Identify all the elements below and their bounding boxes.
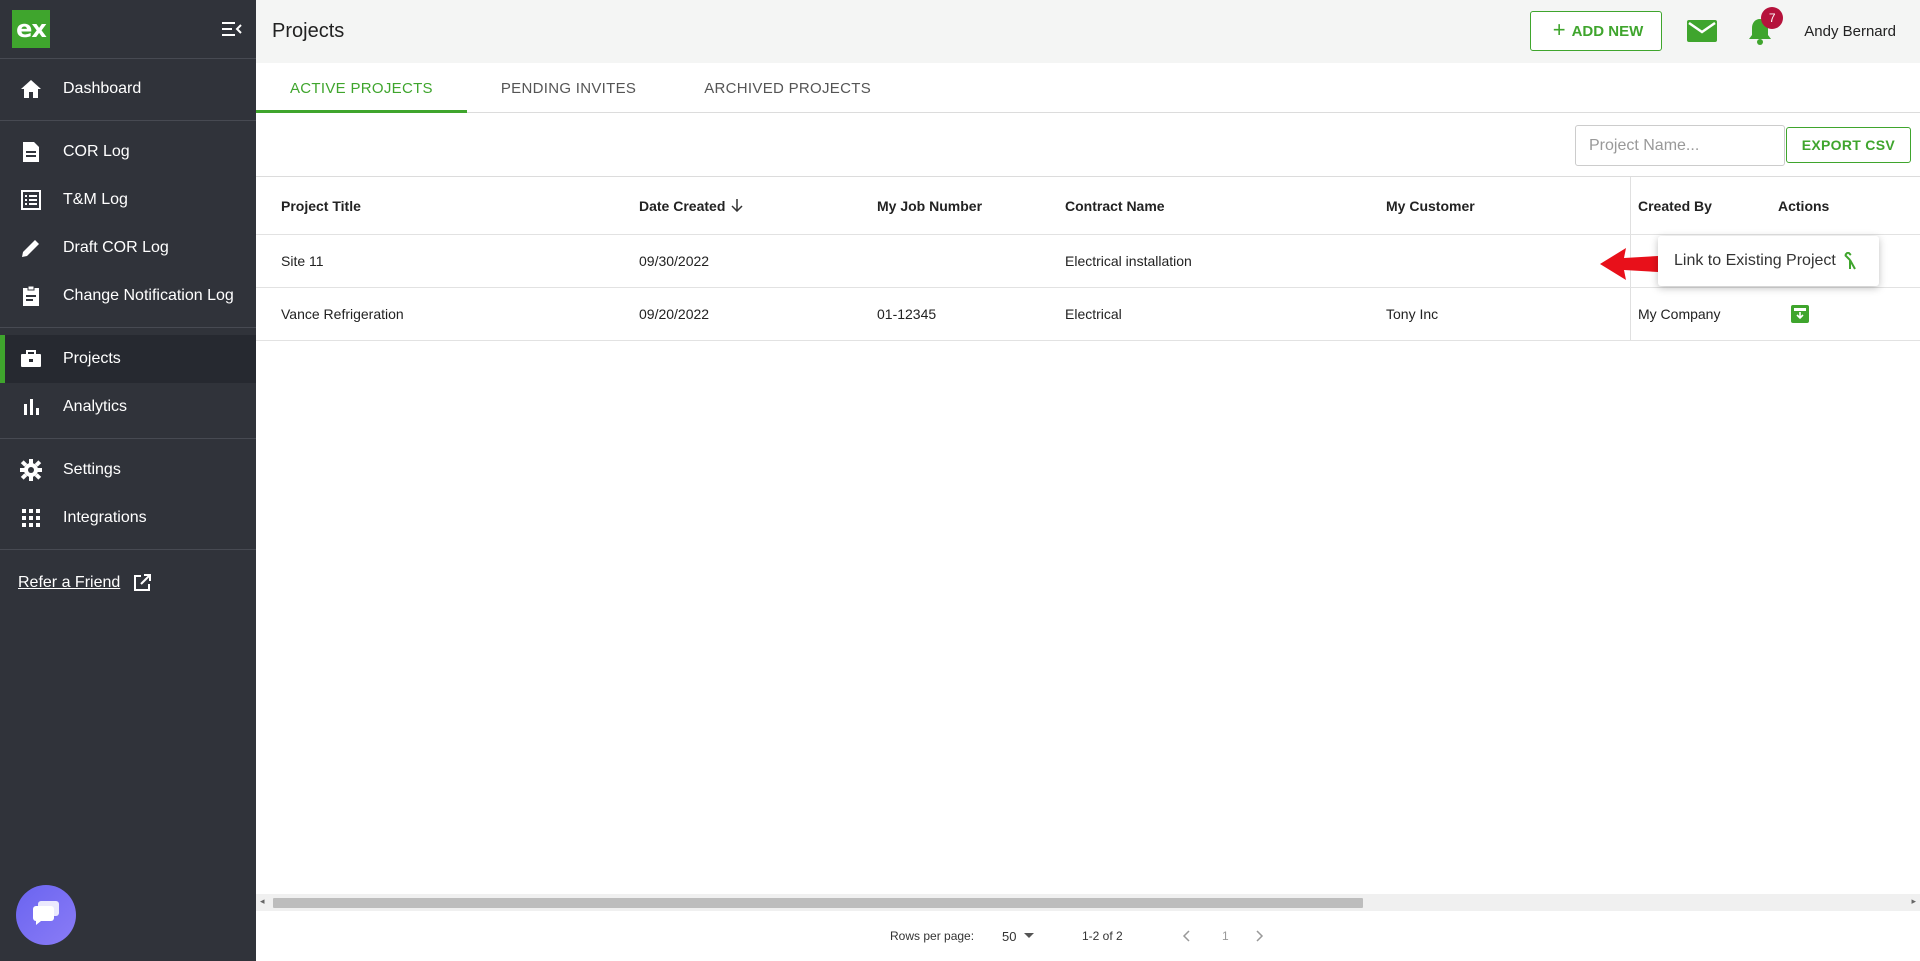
document-icon bbox=[18, 139, 44, 165]
sidebar-item-projects[interactable]: Projects bbox=[0, 335, 256, 383]
add-new-label: ADD NEW bbox=[1571, 22, 1644, 40]
top-actions: + ADD NEW 7 Andy Bernard bbox=[1529, 7, 1896, 51]
sidebar-item-label: Projects bbox=[63, 350, 121, 367]
column-header-my-customer[interactable]: My Customer bbox=[1386, 177, 1475, 234]
rows-per-page-value: 50 bbox=[1002, 928, 1017, 944]
export-csv-button[interactable]: EXPORT CSV bbox=[1785, 127, 1911, 163]
cell-job-number: 01-12345 bbox=[877, 306, 937, 322]
page-range: 1-2 of 2 bbox=[1082, 929, 1123, 943]
link-to-existing-project-menu-item[interactable]: Link to Existing Project bbox=[1658, 236, 1879, 286]
cell-project-title[interactable]: Site 11 bbox=[281, 235, 324, 287]
sidebar-item-label: T&M Log bbox=[63, 191, 128, 208]
clipboard-icon bbox=[18, 283, 44, 309]
sidebar-divider bbox=[0, 438, 256, 439]
table-toolbar: EXPORT CSV bbox=[256, 113, 1920, 177]
gear-icon bbox=[18, 457, 44, 483]
sidebar-item-label: Dashboard bbox=[63, 80, 142, 97]
tab-active-projects[interactable]: ACTIVE PROJECTS bbox=[256, 63, 467, 113]
column-header-actions: Actions bbox=[1778, 197, 1830, 214]
sidebar-item-integrations[interactable]: Integrations bbox=[0, 494, 256, 542]
sidebar-item-label: Change Notification Log bbox=[63, 287, 234, 304]
user-menu[interactable]: Andy Bernard bbox=[1804, 23, 1896, 40]
refer-label: Refer a Friend bbox=[18, 574, 121, 591]
sidebar-item-label: Integrations bbox=[63, 509, 147, 526]
sidebar-divider bbox=[0, 549, 256, 550]
project-name-search-input[interactable] bbox=[1575, 125, 1785, 166]
notification-count-badge: 7 bbox=[1761, 7, 1784, 29]
cell-project-title[interactable]: Vance Refrigeration bbox=[281, 288, 404, 340]
app-logo[interactable]: ex bbox=[12, 10, 50, 48]
column-header-project-title[interactable]: Project Title bbox=[281, 177, 361, 234]
notifications-bell-icon[interactable]: 7 bbox=[1742, 7, 1784, 49]
scrollbar-thumb[interactable] bbox=[273, 898, 1363, 908]
cell-actions bbox=[1778, 288, 1809, 340]
archive-icon[interactable] bbox=[1791, 305, 1809, 323]
column-divider bbox=[1630, 177, 1631, 234]
sidebar-item-label: Analytics bbox=[63, 398, 128, 415]
sidebar-item-label: Draft COR Log bbox=[63, 239, 169, 256]
sidebar-item-label: COR Log bbox=[63, 143, 130, 160]
chat-icon bbox=[32, 900, 60, 931]
dropdown-caret-icon bbox=[1024, 933, 1035, 939]
red-pointer-arrow-icon bbox=[1600, 248, 1658, 280]
refer-a-friend-link[interactable]: Refer a Friend bbox=[0, 557, 256, 609]
scroll-right-icon[interactable]: ▸ bbox=[1911, 896, 1916, 907]
sidebar-item-cor-log[interactable]: COR Log bbox=[0, 128, 256, 176]
chat-support-button[interactable] bbox=[16, 885, 76, 945]
column-divider bbox=[1630, 288, 1631, 340]
tab-pending-invites[interactable]: PENDING INVITES bbox=[467, 63, 670, 113]
table-header-row: Project Title Date Created My Job Number… bbox=[256, 177, 1920, 235]
page-title: Projects bbox=[272, 20, 345, 42]
home-icon bbox=[18, 76, 44, 102]
bar-chart-icon bbox=[18, 394, 44, 420]
cell-contract-name: Electrical installation bbox=[1065, 253, 1192, 269]
rows-per-page-select[interactable]: 50 bbox=[1002, 928, 1035, 944]
briefcase-icon bbox=[18, 346, 44, 372]
sidebar-item-tm-log[interactable]: T&M Log bbox=[0, 176, 256, 224]
sidebar-item-analytics[interactable]: Analytics bbox=[0, 383, 256, 431]
rows-per-page-label: Rows per page: bbox=[890, 929, 975, 943]
column-header-created-by[interactable]: Created By bbox=[1638, 177, 1712, 234]
cell-date-created: 09/30/2022 bbox=[639, 253, 710, 269]
merge-icon bbox=[1842, 252, 1858, 270]
sidebar-item-dashboard[interactable]: Dashboard bbox=[0, 65, 256, 113]
horizontal-scrollbar[interactable]: ◂ ▸ bbox=[256, 894, 1920, 911]
sort-descending-icon bbox=[731, 199, 743, 212]
column-header-my-job-number[interactable]: My Job Number bbox=[877, 177, 982, 234]
top-bar: Projects + ADD NEW 7 Andy Bernard bbox=[256, 0, 1920, 63]
current-page-number[interactable]: 1 bbox=[1222, 929, 1229, 943]
sidebar: ex Dashboard COR Log T&M Log Draft COR L… bbox=[0, 0, 256, 961]
pencil-icon bbox=[18, 235, 44, 261]
sidebar-divider bbox=[0, 327, 256, 328]
next-page-icon[interactable] bbox=[1256, 930, 1264, 942]
cell-date-created: 09/20/2022 bbox=[639, 306, 710, 322]
sidebar-item-draft-cor-log[interactable]: Draft COR Log bbox=[0, 224, 256, 272]
column-header-label: Date Created bbox=[639, 197, 726, 214]
sidebar-item-label: Settings bbox=[63, 461, 121, 478]
column-header-date-created[interactable]: Date Created bbox=[639, 177, 743, 234]
grid-icon bbox=[18, 505, 44, 531]
external-link-icon bbox=[132, 573, 152, 593]
cell-customer: Tony Inc bbox=[1386, 306, 1439, 322]
previous-page-icon[interactable] bbox=[1182, 930, 1190, 942]
tab-archived-projects[interactable]: ARCHIVED PROJECTS bbox=[670, 63, 905, 113]
mail-icon[interactable] bbox=[1684, 13, 1720, 49]
sidebar-item-change-notification-log[interactable]: Change Notification Log bbox=[0, 272, 256, 320]
collapse-menu-icon[interactable] bbox=[220, 17, 244, 41]
column-header-contract-name[interactable]: Contract Name bbox=[1065, 177, 1165, 234]
plus-icon: + bbox=[1552, 17, 1566, 42]
list-icon bbox=[18, 187, 44, 213]
cell-contract-name: Electrical bbox=[1065, 306, 1122, 322]
scroll-left-icon[interactable]: ◂ bbox=[260, 896, 265, 907]
sidebar-item-settings[interactable]: Settings bbox=[0, 446, 256, 494]
project-tabs: ACTIVE PROJECTS PENDING INVITES ARCHIVED… bbox=[256, 63, 1920, 113]
popup-label: Link to Existing Project bbox=[1674, 252, 1836, 269]
table-row[interactable]: Vance Refrigeration 09/20/2022 01-12345 … bbox=[256, 288, 1920, 341]
add-new-button[interactable]: + ADD NEW bbox=[1529, 11, 1663, 51]
cell-created-by: My Company bbox=[1638, 306, 1721, 322]
sidebar-header: ex bbox=[0, 0, 256, 59]
pagination: Rows per page: 50 1-2 of 2 1 bbox=[256, 911, 1920, 961]
sidebar-divider bbox=[0, 120, 256, 121]
